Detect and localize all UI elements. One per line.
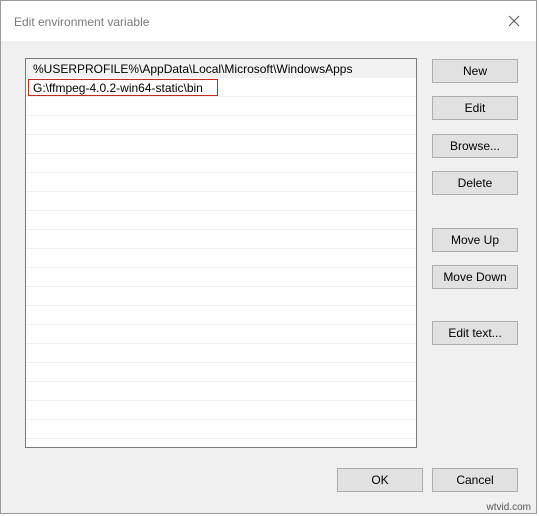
ok-button[interactable]: OK xyxy=(337,468,423,492)
cancel-button[interactable]: Cancel xyxy=(432,468,518,492)
list-item-empty[interactable] xyxy=(26,363,416,382)
edit-button[interactable]: Edit xyxy=(432,96,518,120)
list-item-empty[interactable] xyxy=(26,268,416,287)
list-item-empty[interactable] xyxy=(26,154,416,173)
list-item-empty[interactable] xyxy=(26,173,416,192)
close-icon xyxy=(508,15,520,27)
list-item-empty[interactable] xyxy=(26,230,416,249)
edit-text-button[interactable]: Edit text... xyxy=(432,321,518,345)
browse-button[interactable]: Browse... xyxy=(432,134,518,158)
list-item-text: %USERPROFILE%\AppData\Local\Microsoft\Wi… xyxy=(33,62,353,76)
list-item-empty[interactable] xyxy=(26,192,416,211)
delete-button[interactable]: Delete xyxy=(432,171,518,195)
list-item-empty[interactable] xyxy=(26,97,416,116)
list-item-empty[interactable] xyxy=(26,249,416,268)
list-item-empty[interactable] xyxy=(26,420,416,439)
list-item-empty[interactable] xyxy=(26,382,416,401)
list-item-empty[interactable] xyxy=(26,344,416,363)
list-item-empty[interactable] xyxy=(26,306,416,325)
close-button[interactable] xyxy=(492,1,536,41)
list-item-empty[interactable] xyxy=(26,135,416,154)
new-button[interactable]: New xyxy=(432,59,518,83)
move-up-button[interactable]: Move Up xyxy=(432,228,518,252)
list-item-empty[interactable] xyxy=(26,401,416,420)
dialog-title: Edit environment variable xyxy=(14,15,150,29)
move-down-button[interactable]: Move Down xyxy=(432,265,518,289)
path-list[interactable]: %USERPROFILE%\AppData\Local\Microsoft\Wi… xyxy=(25,58,417,448)
edit-env-variable-dialog: Edit environment variable %USERPROFILE%\… xyxy=(0,0,537,514)
list-item-empty[interactable] xyxy=(26,211,416,230)
list-item-empty[interactable] xyxy=(26,325,416,344)
list-item-empty[interactable] xyxy=(26,287,416,306)
title-bar: Edit environment variable xyxy=(1,1,536,41)
list-item-empty[interactable] xyxy=(26,116,416,135)
watermark-text: wtvid.com xyxy=(486,502,531,513)
list-item-editing[interactable]: G:\ffmpeg-4.0.2-win64-static\bin xyxy=(26,78,416,97)
list-item[interactable]: %USERPROFILE%\AppData\Local\Microsoft\Wi… xyxy=(26,59,416,78)
list-item-text: G:\ffmpeg-4.0.2-win64-static\bin xyxy=(33,81,203,95)
